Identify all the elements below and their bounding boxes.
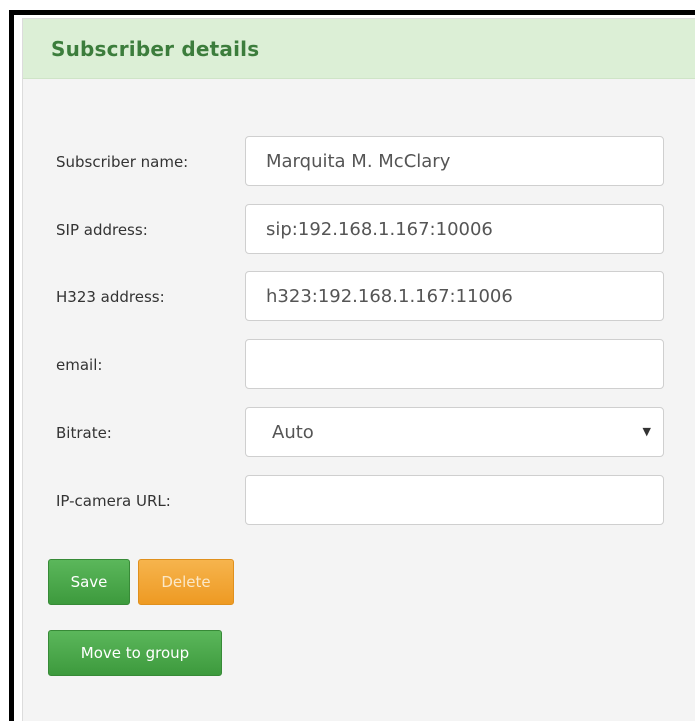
panel-title: Subscriber details <box>51 36 260 61</box>
email-input[interactable] <box>245 339 664 389</box>
frame-border-top <box>9 10 695 15</box>
bitrate-select[interactable]: Auto ▼ <box>245 407 664 457</box>
sip-address-input[interactable] <box>245 204 664 254</box>
frame-border-left <box>9 10 14 721</box>
h323-address-input[interactable] <box>245 271 664 321</box>
subscriber-name-row: Subscriber name: <box>23 136 695 188</box>
bitrate-selected-value: Auto <box>272 421 314 443</box>
panel-header: Subscriber details <box>23 19 695 79</box>
chevron-down-icon: ▼ <box>642 425 651 438</box>
bitrate-row: Bitrate: Auto ▼ <box>23 407 695 459</box>
sip-address-row: SIP address: <box>23 204 695 256</box>
sip-address-label: SIP address: <box>56 221 148 239</box>
h323-address-label: H323 address: <box>56 288 165 306</box>
ip-camera-url-row: IP-camera URL: <box>23 475 695 527</box>
bitrate-label: Bitrate: <box>56 424 112 442</box>
subscriber-details-panel: Subscriber details Subscriber name: SIP … <box>22 18 695 721</box>
ip-camera-url-input[interactable] <box>245 475 664 525</box>
save-button[interactable]: Save <box>48 559 130 605</box>
move-to-group-button[interactable]: Move to group <box>48 630 222 676</box>
email-label: email: <box>56 356 103 374</box>
subscriber-name-input[interactable] <box>245 136 664 186</box>
ip-camera-url-label: IP-camera URL: <box>56 492 171 510</box>
h323-address-row: H323 address: <box>23 271 695 323</box>
email-row: email: <box>23 339 695 391</box>
delete-button[interactable]: Delete <box>138 559 234 605</box>
subscriber-name-label: Subscriber name: <box>56 153 189 171</box>
